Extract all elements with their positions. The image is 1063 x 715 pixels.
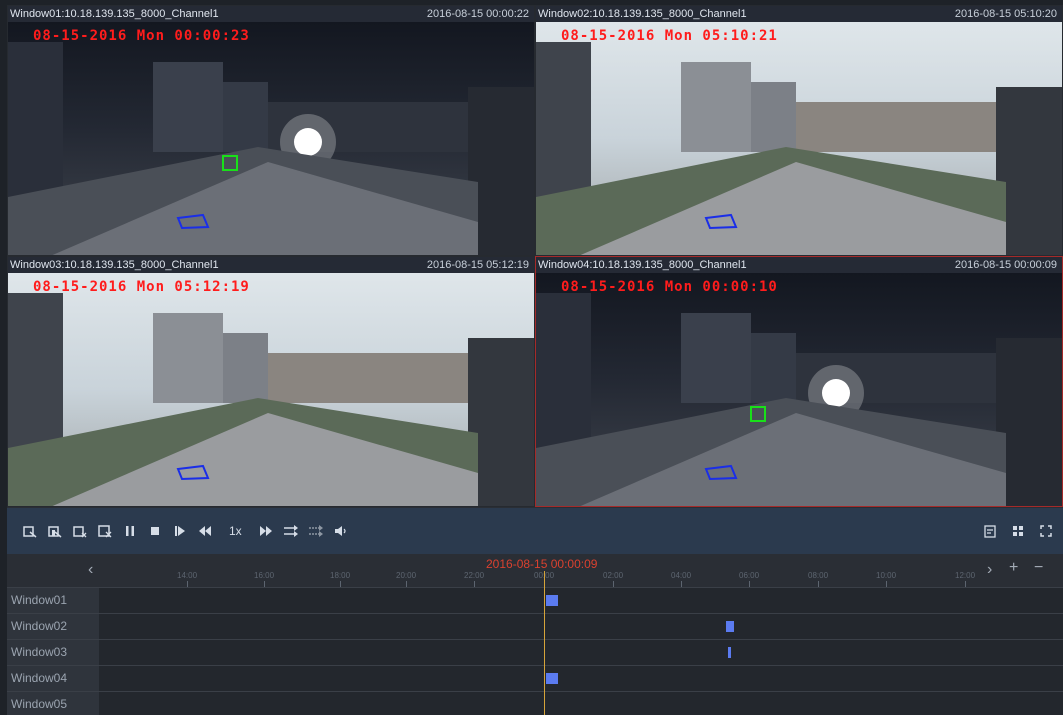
timeline-current-time: 2016-08-15 00:00:09 bbox=[486, 557, 598, 571]
timeline-panel: ‹ 2016-08-15 00:00:09 14:00 16:00 18:00 … bbox=[7, 554, 1063, 715]
timeline-rows: Window01 Window02 Window03 Window04 Wind… bbox=[7, 587, 1063, 715]
timeline-track[interactable] bbox=[99, 692, 1063, 715]
recording-segment[interactable] bbox=[546, 595, 558, 606]
window-4-title: Window04:10.18.139.135_8000_Channel1 bbox=[538, 259, 747, 271]
window-2-timestamp: 2016-08-15 05:10:20 bbox=[954, 8, 1057, 20]
tick-label: 04:00 bbox=[671, 571, 692, 580]
window-3-title: Window03:10.18.139.135_8000_Channel1 bbox=[10, 259, 219, 271]
timeline-track[interactable] bbox=[99, 666, 1063, 691]
window-1-osd-time: 08-15-2016 Mon 00:00:23 bbox=[33, 28, 250, 44]
window-1-titlebar: Window01:10.18.139.135_8000_Channel1 201… bbox=[8, 6, 534, 22]
timeline-track[interactable] bbox=[99, 614, 1063, 639]
clip-icon[interactable] bbox=[69, 520, 91, 542]
window-2-titlebar: Window02:10.18.139.135_8000_Channel1 201… bbox=[536, 6, 1062, 22]
tick-label: 02:00 bbox=[603, 571, 624, 580]
recording-segment[interactable] bbox=[546, 673, 558, 684]
playback-app: Window01:10.18.139.135_8000_Channel1 201… bbox=[7, 5, 1063, 715]
zoom-in-icon[interactable]: + bbox=[1009, 559, 1018, 577]
timeline-row-window03[interactable]: Window03 bbox=[7, 639, 1063, 665]
playback-speed[interactable]: 1x bbox=[229, 524, 242, 538]
async-icon[interactable] bbox=[305, 520, 327, 542]
timeline-row-window05[interactable]: Window05 bbox=[7, 691, 1063, 715]
recording-segment[interactable] bbox=[728, 647, 731, 658]
zoom-out-icon[interactable]: − bbox=[1034, 559, 1043, 577]
volume-icon[interactable] bbox=[330, 520, 352, 542]
timeline-row-label: Window02 bbox=[7, 614, 99, 639]
window-4-osd-time: 08-15-2016 Mon 00:00:10 bbox=[561, 279, 778, 295]
tick-label: 12:00 bbox=[955, 571, 976, 580]
playback-controls: 1x bbox=[7, 508, 1063, 554]
window-2-osd-time: 08-15-2016 Mon 05:10:21 bbox=[561, 28, 778, 44]
rewind-icon[interactable] bbox=[194, 520, 216, 542]
tick-label: 18:00 bbox=[330, 571, 351, 580]
grid-layout-icon[interactable] bbox=[1007, 520, 1029, 542]
window-2-title: Window02:10.18.139.135_8000_Channel1 bbox=[538, 8, 747, 20]
sync-icon[interactable] bbox=[280, 520, 302, 542]
tick-label: 14:00 bbox=[177, 571, 198, 580]
tick-label: 16:00 bbox=[254, 571, 275, 580]
tick-label: 22:00 bbox=[464, 571, 485, 580]
fullscreen-icon[interactable] bbox=[1035, 520, 1057, 542]
video-window-3[interactable]: Window03:10.18.139.135_8000_Channel1 201… bbox=[7, 256, 535, 507]
file-icon[interactable] bbox=[979, 520, 1001, 542]
stop-icon[interactable] bbox=[144, 520, 166, 542]
window-4-timestamp: 2016-08-15 00:00:09 bbox=[954, 259, 1057, 271]
window-1-timestamp: 2016-08-15 00:00:22 bbox=[426, 8, 529, 20]
video-window-4[interactable]: Window04:10.18.139.135_8000_Channel1 201… bbox=[535, 256, 1063, 507]
window-2-video-feed bbox=[536, 22, 1062, 255]
tick-label: 10:00 bbox=[876, 571, 897, 580]
timeline-cursor[interactable] bbox=[544, 571, 545, 715]
timeline-row-window01[interactable]: Window01 bbox=[7, 587, 1063, 613]
timeline-row-label: Window03 bbox=[7, 640, 99, 665]
tick-label: 06:00 bbox=[739, 571, 760, 580]
window-2-scene-graphic bbox=[536, 42, 1062, 255]
window-1-title: Window01:10.18.139.135_8000_Channel1 bbox=[10, 8, 219, 20]
fast-forward-icon[interactable] bbox=[255, 520, 277, 542]
window-4-video-feed bbox=[536, 273, 1062, 506]
timeline-row-window04[interactable]: Window04 bbox=[7, 665, 1063, 691]
window-3-video-feed bbox=[8, 273, 534, 506]
timeline-row-label: Window04 bbox=[7, 666, 99, 691]
window-1-video-feed bbox=[8, 22, 534, 255]
capture-icon[interactable] bbox=[19, 520, 41, 542]
timeline-ruler[interactable]: ‹ 2016-08-15 00:00:09 14:00 16:00 18:00 … bbox=[7, 554, 1063, 587]
timeline-row-window02[interactable]: Window02 bbox=[7, 613, 1063, 639]
chevron-right-icon[interactable]: › bbox=[987, 561, 992, 579]
window-3-osd-time: 08-15-2016 Mon 05:12:19 bbox=[33, 279, 250, 295]
window-3-timestamp: 2016-08-15 05:12:19 bbox=[426, 259, 529, 271]
video-grid: Window01:10.18.139.135_8000_Channel1 201… bbox=[7, 5, 1063, 508]
step-forward-icon[interactable] bbox=[169, 520, 191, 542]
video-window-1[interactable]: Window01:10.18.139.135_8000_Channel1 201… bbox=[7, 5, 535, 256]
timeline-row-label: Window01 bbox=[7, 588, 99, 613]
window-3-titlebar: Window03:10.18.139.135_8000_Channel1 201… bbox=[8, 257, 534, 273]
chevron-left-icon[interactable]: ‹ bbox=[88, 561, 93, 579]
timeline-track[interactable] bbox=[99, 640, 1063, 665]
window-3-scene-graphic bbox=[8, 293, 534, 506]
tick-label: 20:00 bbox=[396, 571, 417, 580]
timeline-row-label: Window05 bbox=[7, 692, 99, 715]
window-1-scene-graphic bbox=[8, 42, 534, 255]
capture-all-icon[interactable] bbox=[44, 520, 66, 542]
clip-all-icon[interactable] bbox=[94, 520, 116, 542]
window-4-titlebar: Window04:10.18.139.135_8000_Channel1 201… bbox=[536, 257, 1062, 273]
pause-icon[interactable] bbox=[119, 520, 141, 542]
video-window-2[interactable]: Window02:10.18.139.135_8000_Channel1 201… bbox=[535, 5, 1063, 256]
timeline-track[interactable] bbox=[99, 588, 1063, 613]
tick-label: 08:00 bbox=[808, 571, 829, 580]
window-4-scene-graphic bbox=[536, 293, 1062, 506]
recording-segment[interactable] bbox=[726, 621, 734, 632]
